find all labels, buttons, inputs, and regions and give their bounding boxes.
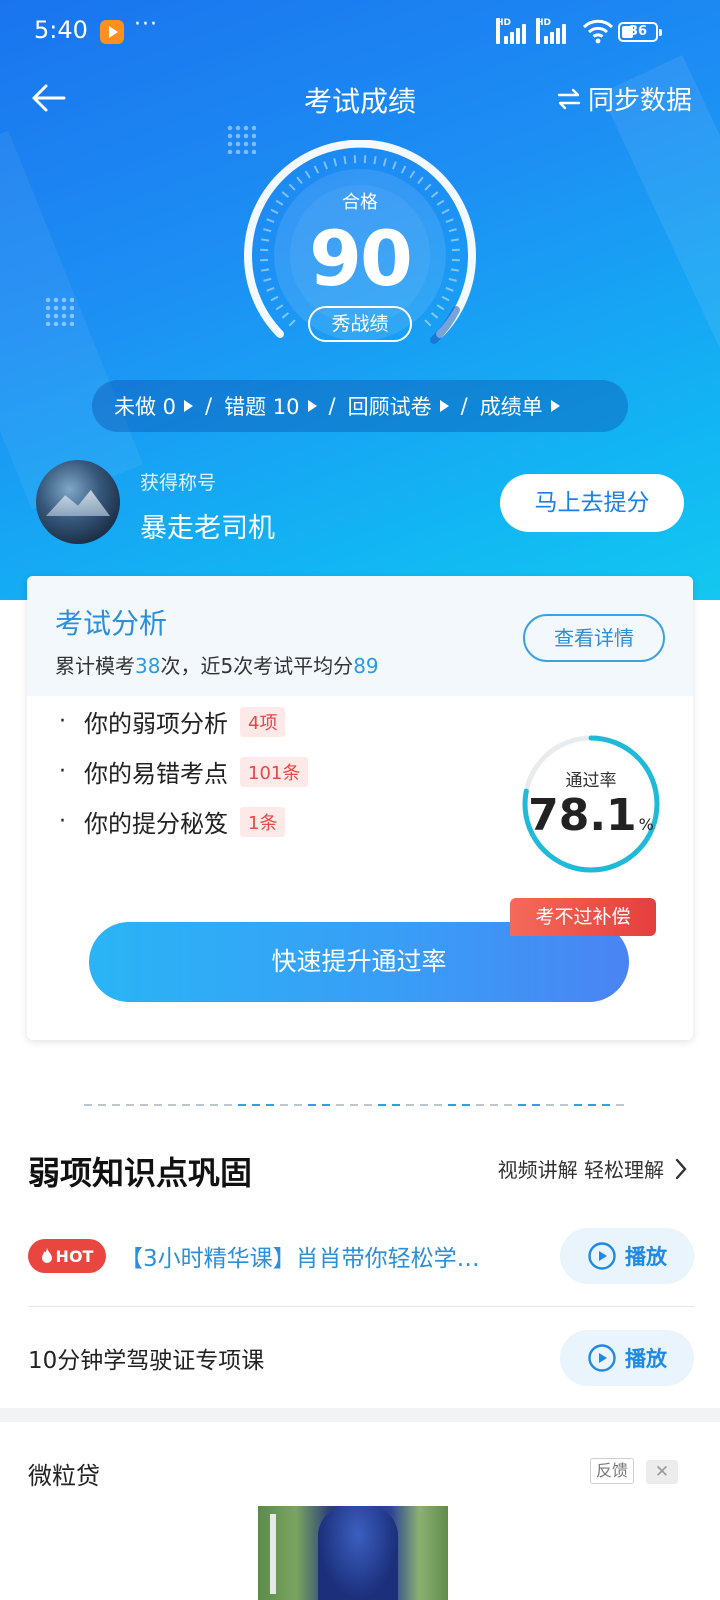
video-explain-link[interactable]: 视频讲解 轻松理解	[498, 1154, 688, 1183]
undone-label: 未做 0	[114, 395, 177, 419]
wifi-icon	[582, 19, 614, 44]
play-label: 播放	[625, 1245, 667, 1269]
battery-icon: 36	[618, 22, 662, 42]
separator: /	[205, 394, 213, 418]
summary-prefix: 累计模考	[55, 654, 135, 678]
compensation-badge: 考不过补偿	[510, 898, 656, 936]
card-title: 考试分析	[55, 607, 168, 640]
battery-level: 36	[628, 24, 648, 39]
pager-dashes	[84, 1104, 636, 1107]
report-card-link[interactable]: 成绩单	[480, 391, 560, 421]
hd-label: HD	[536, 18, 551, 44]
pass-rate-value: 78.1%	[517, 790, 665, 841]
item-label: 你的提分秘笈	[84, 810, 228, 838]
play-circle-icon	[588, 1344, 616, 1372]
play-button[interactable]: 播放	[560, 1330, 694, 1386]
ad-close-button[interactable]: ✕	[646, 1460, 678, 1484]
improve-score-button[interactable]: 马上去提分	[500, 474, 684, 532]
count-tag: 1条	[240, 806, 286, 837]
summary-mid: 次，近5次考试平均分	[160, 654, 354, 678]
flame-icon	[41, 1248, 52, 1263]
course-item[interactable]: 10分钟学驾驶证专项课 播放	[28, 1328, 694, 1388]
review-label: 回顾试卷	[347, 395, 432, 419]
ad-advertiser-name: 微粒贷	[28, 1462, 100, 1490]
wrong-questions-link[interactable]: 错题 10	[224, 391, 317, 421]
section-gap	[0, 1408, 720, 1422]
view-details-button[interactable]: 查看详情	[523, 614, 665, 662]
play-label: 播放	[625, 1347, 667, 1371]
report-label: 成绩单	[479, 395, 543, 419]
section-title: 弱项知识点巩固	[28, 1154, 253, 1192]
review-paper-link[interactable]: 回顾试卷	[348, 391, 449, 421]
exam-analysis-card: 考试分析 累计模考38次，近5次考试平均分89 查看详情 · 你的弱项分析 4项 ·…	[27, 576, 693, 1040]
play-triangle-icon	[439, 400, 449, 412]
course-title: 【3小时精华课】肖肖带你轻松学…	[120, 1246, 480, 1272]
chevron-right-icon	[675, 1158, 687, 1179]
hd-label: HD	[496, 18, 511, 44]
separator: /	[460, 394, 468, 418]
status-bar: 5:40 ··· HD HD 36	[0, 0, 720, 64]
signal-icon: HD	[536, 18, 568, 44]
title-caption: 获得称号	[140, 472, 217, 494]
course-title: 10分钟学驾驶证专项课	[28, 1348, 265, 1374]
avatar[interactable]	[36, 460, 120, 544]
stats-bar: 未做 0 / 错题 10 / 回顾试卷 / 成绩单	[92, 380, 628, 432]
status-time: 5:40	[34, 16, 88, 44]
exam-count: 38	[135, 654, 161, 678]
course-item[interactable]: HOT 【3小时精华课】肖肖带你轻松学… 播放	[28, 1226, 694, 1286]
exam-score: 90	[309, 214, 413, 303]
hot-badge: HOT	[28, 1239, 106, 1273]
separator: /	[328, 394, 336, 418]
play-circle-icon	[588, 1242, 616, 1270]
error-prone-item[interactable]: · 你的易错考点 101条	[59, 754, 309, 789]
pass-rate-label: 通过率	[565, 771, 617, 791]
more-dots: ···	[134, 12, 158, 37]
play-triangle-icon	[550, 400, 560, 412]
item-label: 你的弱项分析	[84, 710, 228, 738]
play-button[interactable]: 播放	[560, 1228, 694, 1284]
exam-summary: 累计模考38次，近5次考试平均分89	[55, 650, 379, 679]
card-header: 考试分析 累计模考38次，近5次考试平均分89 查看详情	[27, 576, 693, 696]
divider	[28, 1306, 694, 1307]
undone-link[interactable]: 未做 0	[114, 391, 194, 421]
weakness-analysis-item[interactable]: · 你的弱项分析 4项	[59, 704, 286, 739]
play-triangle-icon	[307, 400, 317, 412]
average-score: 89	[353, 654, 379, 678]
play-triangle-icon	[184, 400, 194, 412]
pass-status-label: 合格	[342, 192, 378, 213]
score-tips-item[interactable]: · 你的提分秘笈 1条	[59, 804, 286, 839]
item-label: 你的易错考点	[84, 760, 228, 788]
wrong-label: 错题 10	[224, 395, 300, 419]
count-tag: 4项	[240, 706, 286, 737]
user-title: 暴走老司机	[140, 513, 275, 544]
video-app-icon	[100, 20, 124, 44]
hot-label: HOT	[55, 1246, 94, 1266]
ad-feedback-button[interactable]: 反馈	[590, 1458, 634, 1484]
pass-rate-number: 78.1	[528, 790, 637, 841]
percent-unit: %	[638, 815, 654, 834]
sync-data-button[interactable]: 同步数据	[556, 80, 692, 117]
signal-icon: HD	[496, 18, 528, 44]
count-tag: 101条	[240, 756, 309, 787]
sync-data-label: 同步数据	[587, 86, 692, 116]
ad-image[interactable]	[258, 1506, 448, 1600]
share-score-button[interactable]: 秀战绩	[308, 306, 412, 342]
section-subtitle: 视频讲解 轻松理解	[497, 1158, 664, 1182]
swap-arrows-icon	[557, 88, 581, 109]
